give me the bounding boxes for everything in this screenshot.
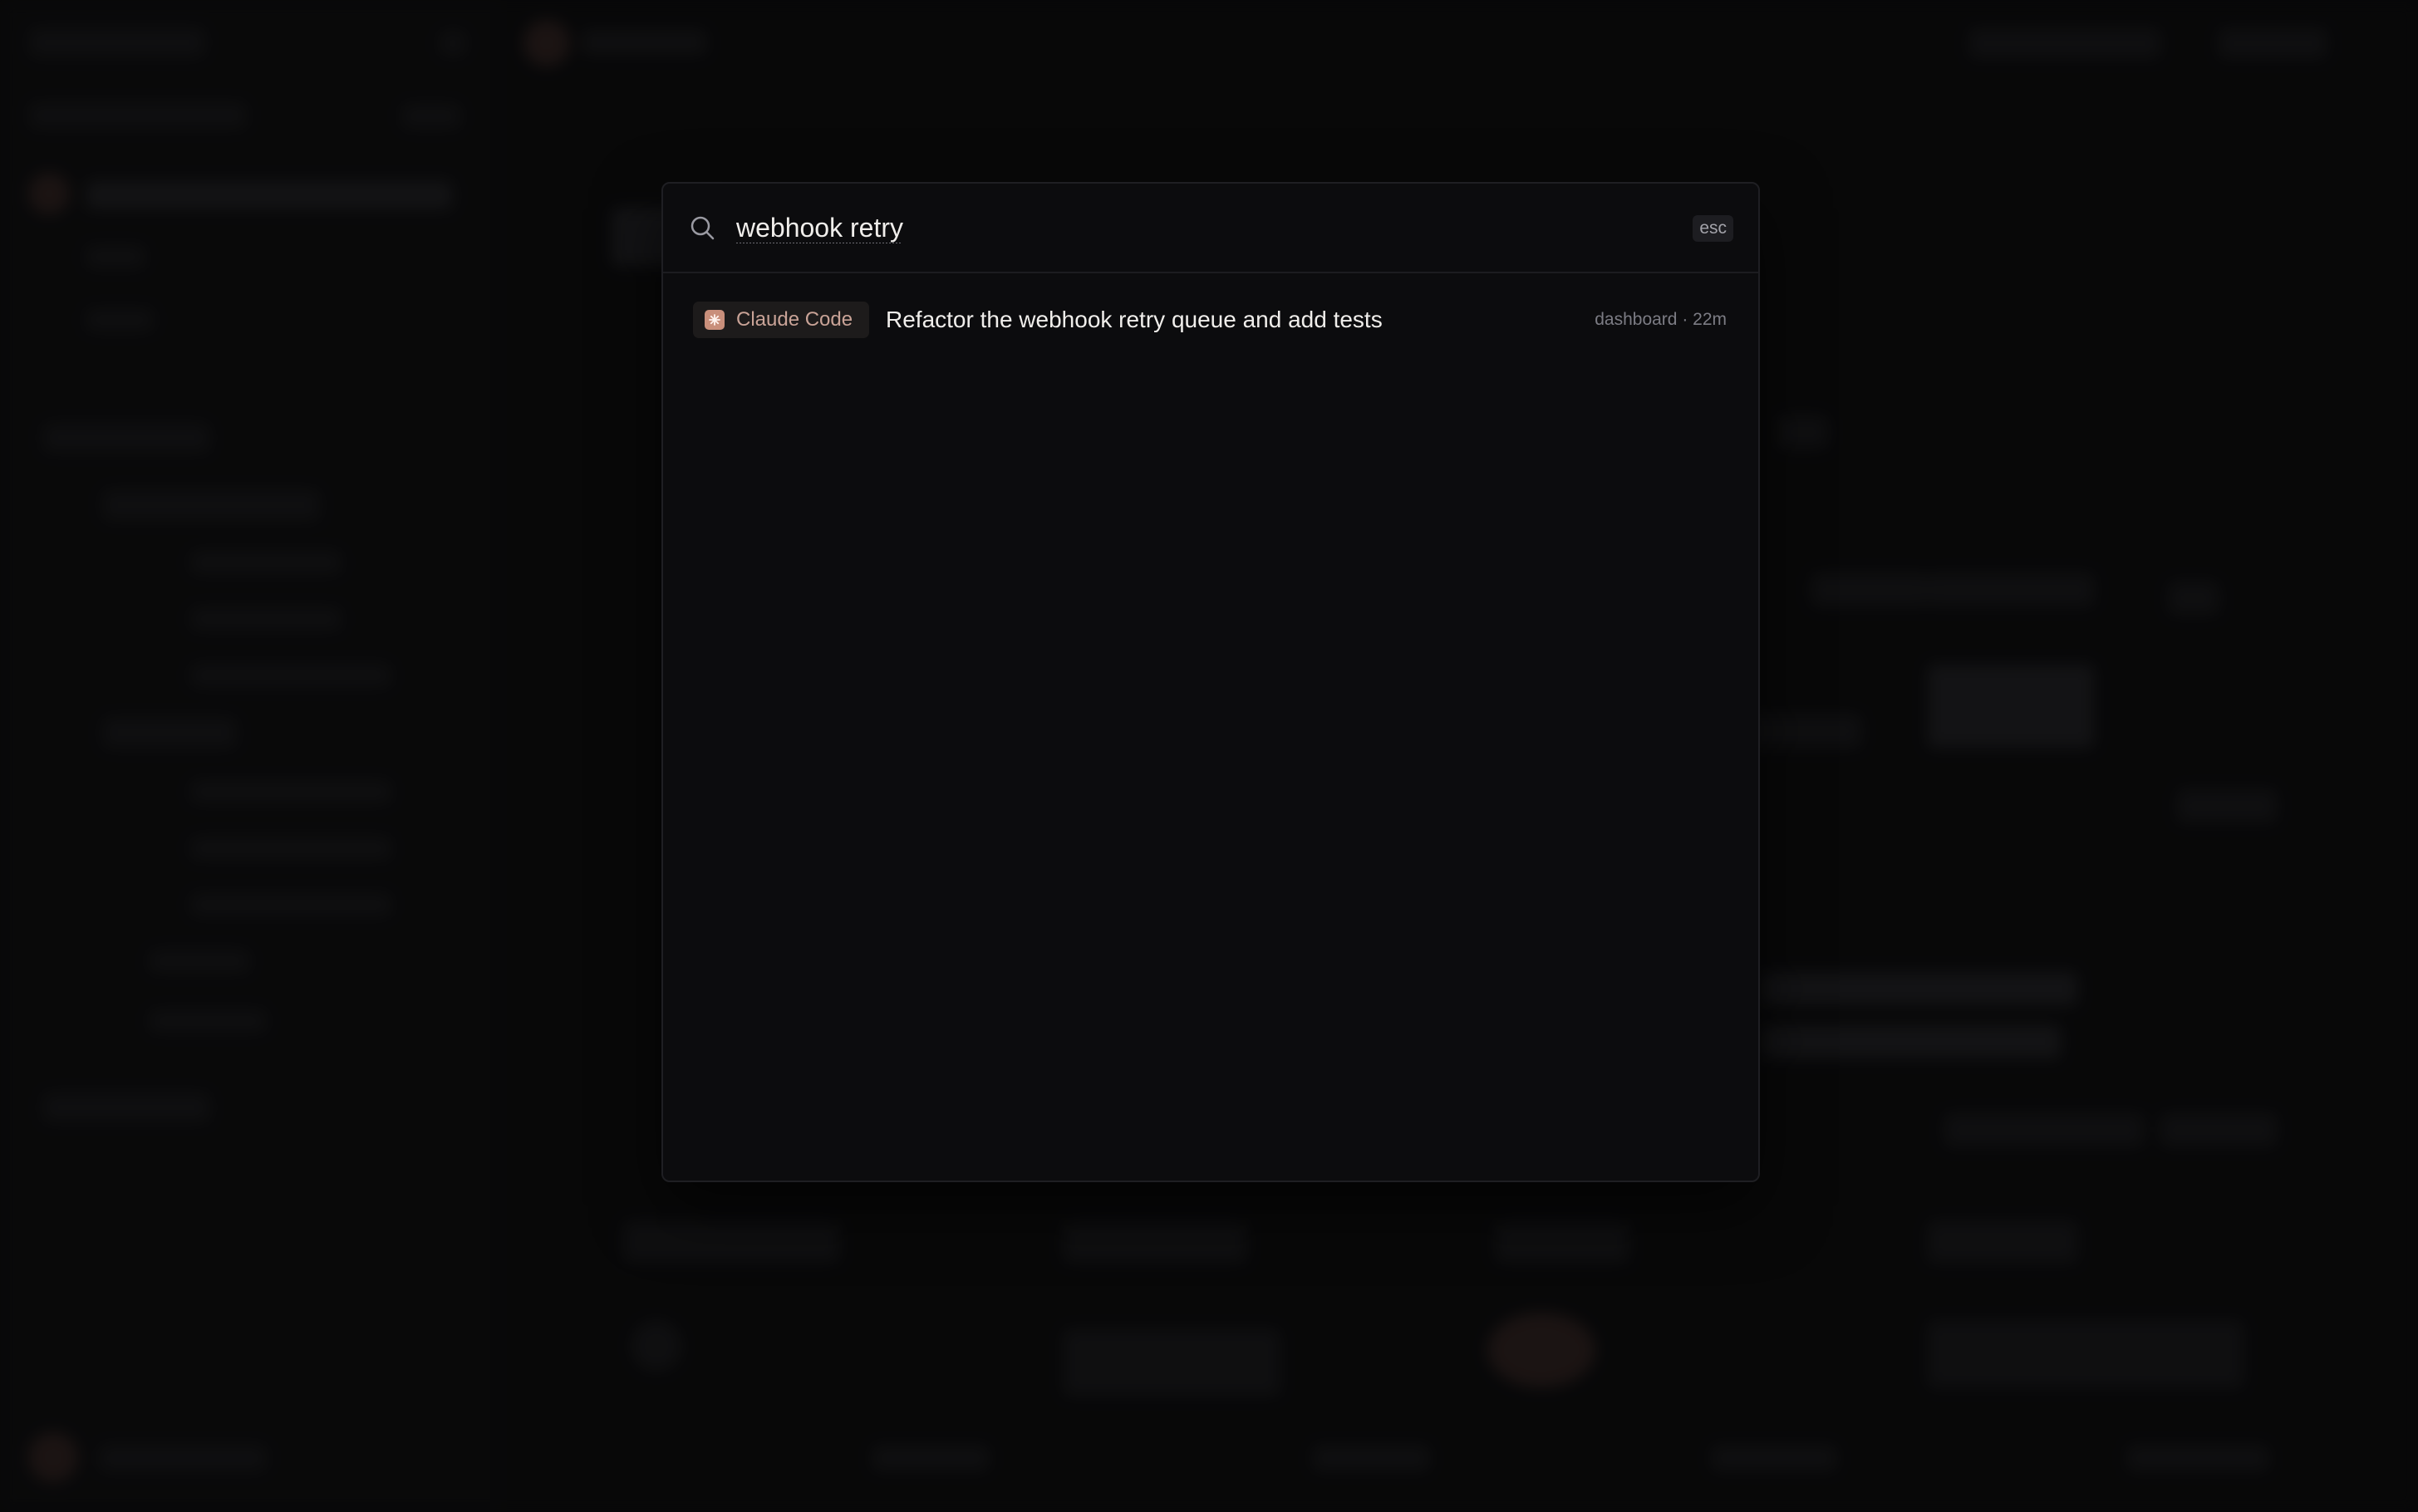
search-bar: esc [663, 184, 1758, 273]
esc-key-hint[interactable]: esc [1693, 215, 1733, 242]
command-palette: esc Claude Code [661, 182, 1760, 1182]
source-chip: Claude Code [693, 302, 870, 338]
search-icon [688, 214, 718, 243]
result-meta: dashboard · 22m [1595, 310, 1727, 329]
result-title: Refactor the webhook retry queue and add… [886, 307, 1383, 332]
results-list: Claude Code Refactor the webhook retry q… [663, 273, 1758, 340]
source-label: Claude Code [736, 308, 853, 331]
app-root: esc Claude Code [0, 0, 2418, 1512]
result-item[interactable]: Claude Code Refactor the webhook retry q… [678, 300, 1743, 340]
claude-code-icon [705, 310, 725, 330]
search-input[interactable] [736, 205, 1609, 250]
